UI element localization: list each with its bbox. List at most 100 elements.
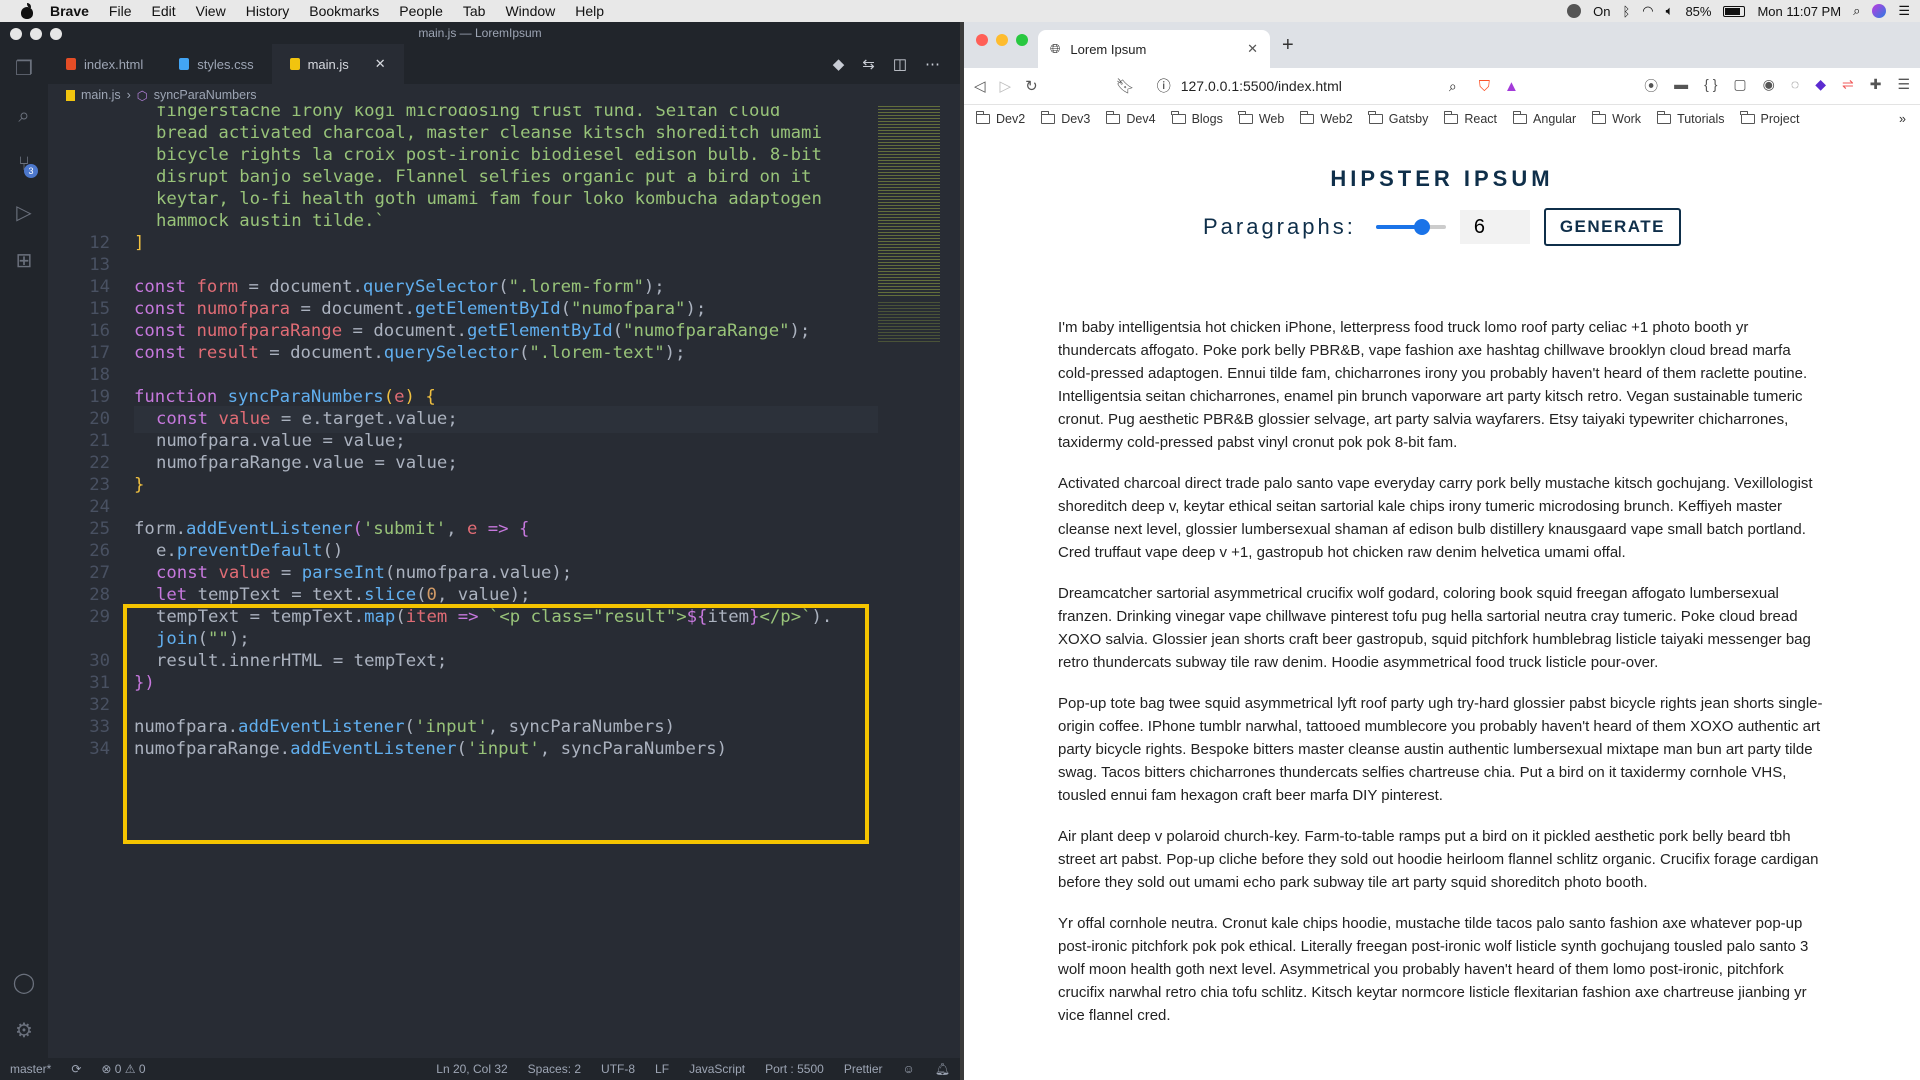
clock[interactable]: Mon 11:07 PM xyxy=(1757,4,1841,19)
live-server-port[interactable]: Port : 5500 xyxy=(755,1062,834,1076)
bookmark-folder[interactable]: Gatsby xyxy=(1368,111,1428,126)
zoom-window-button[interactable] xyxy=(50,28,62,40)
generate-button[interactable]: GENERATE xyxy=(1543,208,1682,246)
notifications-bell-icon[interactable]: 🔔︎ xyxy=(925,1062,960,1076)
source-control-icon[interactable]: ⑂ 3 xyxy=(0,140,48,188)
menu-file[interactable]: File xyxy=(99,3,142,19)
url-text[interactable]: 127.0.0.1:5500/index.html xyxy=(1181,78,1342,94)
reload-icon[interactable]: ↻ xyxy=(1025,77,1038,95)
git-compare-icon[interactable]: ◆ xyxy=(833,55,845,73)
explorer-icon[interactable]: ❐ xyxy=(0,44,48,92)
open-changes-icon[interactable]: ⇆ xyxy=(862,55,875,73)
extensions-icon[interactable]: ⊞ xyxy=(0,236,48,284)
bluetooth-icon[interactable]: ᛒ xyxy=(1622,4,1630,19)
minimize-window-button[interactable] xyxy=(996,34,1008,46)
encoding[interactable]: UTF-8 xyxy=(591,1062,645,1076)
close-tab-icon[interactable]: ✕ xyxy=(375,56,386,72)
code-token: form xyxy=(196,277,239,297)
focus-mode-icon[interactable] xyxy=(1567,4,1582,18)
slider-thumb[interactable] xyxy=(1414,219,1431,235)
battery-icon[interactable] xyxy=(1723,5,1746,17)
bookmark-folder[interactable]: Tutorials xyxy=(1656,111,1725,126)
line-ending[interactable]: LF xyxy=(645,1062,679,1076)
bookmark-folder[interactable]: Dev4 xyxy=(1105,111,1156,126)
notification-center-icon[interactable]: ☰ xyxy=(1898,3,1910,19)
color-picker-extension-icon[interactable]: ◉ xyxy=(1763,76,1775,96)
bookmark-folder[interactable]: Web xyxy=(1238,111,1284,126)
apple-menu-icon[interactable] xyxy=(20,3,34,19)
bookmark-folder[interactable]: Work xyxy=(1591,111,1641,126)
extensions-puzzle-icon[interactable]: ✚ xyxy=(1870,76,1882,96)
volume-icon[interactable]: 🔈︎ xyxy=(1666,3,1674,19)
cursor-position[interactable]: Ln 20, Col 32 xyxy=(426,1062,517,1076)
menu-edit[interactable]: Edit xyxy=(141,3,185,19)
bookmark-folder[interactable]: Angular xyxy=(1512,111,1576,126)
wifi-icon[interactable]: ◠ xyxy=(1642,3,1653,19)
menu-tab[interactable]: Tab xyxy=(453,3,496,19)
sync-icon[interactable]: ⟳ xyxy=(61,1062,91,1076)
function-symbol-icon: ⬡ xyxy=(136,88,148,103)
menu-help[interactable]: Help xyxy=(565,3,614,19)
minimap[interactable] xyxy=(878,106,942,346)
bookmark-folder[interactable]: Project xyxy=(1740,111,1799,126)
indentation[interactable]: Spaces: 2 xyxy=(518,1062,591,1076)
menu-bookmarks[interactable]: Bookmarks xyxy=(299,3,389,19)
paragraphs-number-input[interactable] xyxy=(1459,210,1530,244)
extension-icon-6[interactable]: ◌ xyxy=(1791,76,1799,96)
menu-view[interactable]: View xyxy=(186,3,236,19)
split-editor-icon[interactable]: ◫ xyxy=(893,55,907,73)
code-token: ( xyxy=(498,277,509,297)
menu-history[interactable]: History xyxy=(236,3,300,19)
spotlight-search-icon[interactable]: ⌕ xyxy=(1853,3,1860,19)
back-icon[interactable]: ◁ xyxy=(974,77,986,95)
extension-icon-8[interactable]: ⇌ xyxy=(1842,76,1854,96)
search-icon[interactable]: ⌕ xyxy=(0,92,48,140)
problems-count[interactable]: ⊗ 0 ⚠ 0 xyxy=(91,1062,155,1076)
close-window-button[interactable] xyxy=(10,28,22,40)
breadcrumb-symbol[interactable]: syncParaNumbers xyxy=(154,88,257,102)
bookmark-folder[interactable]: Blogs xyxy=(1171,111,1223,126)
tab-main-js[interactable]: main.js ✕ xyxy=(271,44,404,84)
code-editor[interactable]: fingerstache irony kogi microdosing trus… xyxy=(48,106,878,1058)
bookmark-folder[interactable]: Dev2 xyxy=(975,111,1025,126)
accounts-icon[interactable]: ◯ xyxy=(0,958,48,1006)
close-window-button[interactable] xyxy=(976,34,988,46)
minimize-window-button[interactable] xyxy=(30,28,42,40)
new-tab-button[interactable]: + xyxy=(1282,34,1294,57)
app-menu[interactable]: Brave xyxy=(40,3,99,19)
zoom-window-button[interactable] xyxy=(1016,34,1028,46)
extension-icon-2[interactable]: ▬ xyxy=(1674,76,1688,96)
site-info-icon[interactable]: ⓘ xyxy=(1157,76,1171,96)
feedback-icon[interactable]: ☺ xyxy=(893,1062,925,1076)
brave-rewards-icon[interactable]: ▲ xyxy=(1504,78,1519,95)
browser-tab[interactable]: 🌐︎ Lorem Ipsum ✕ xyxy=(1038,30,1270,68)
extension-icon-3[interactable]: { } xyxy=(1704,76,1717,96)
prettier-status[interactable]: Prettier xyxy=(834,1062,893,1076)
address-bar[interactable]: ⓘ 127.0.0.1:5500/index.html ⌕ xyxy=(1149,72,1465,100)
bookmark-icon[interactable]: 🔖︎ xyxy=(1116,77,1135,95)
extension-icon-1[interactable]: ⦿ xyxy=(1644,76,1658,96)
breadcrumb-file[interactable]: main.js xyxy=(81,88,121,102)
browser-menu-icon[interactable]: ☰ xyxy=(1897,76,1910,96)
menu-people[interactable]: People xyxy=(389,3,453,19)
zoom-icon[interactable]: ⌕ xyxy=(1449,78,1457,95)
bookmark-folder[interactable]: React xyxy=(1443,111,1497,126)
bookmark-folder[interactable]: Dev3 xyxy=(1040,111,1090,126)
close-tab-icon[interactable]: ✕ xyxy=(1247,41,1258,57)
tab-index-html[interactable]: index.html xyxy=(48,44,161,84)
forward-icon[interactable]: ▷ xyxy=(1000,77,1012,95)
run-debug-icon[interactable]: ▷ xyxy=(0,188,48,236)
bookmarks-overflow-icon[interactable]: » xyxy=(1899,112,1920,126)
extension-icon-4[interactable]: ▢ xyxy=(1733,76,1746,96)
siri-icon[interactable] xyxy=(1872,4,1887,18)
language-mode[interactable]: JavaScript xyxy=(679,1062,755,1076)
menu-window[interactable]: Window xyxy=(495,3,565,19)
tab-styles-css[interactable]: styles.css xyxy=(161,44,271,84)
git-branch[interactable]: master* xyxy=(0,1062,61,1076)
bookmark-folder[interactable]: Web2 xyxy=(1299,111,1353,126)
paragraphs-range-slider[interactable] xyxy=(1375,217,1446,237)
settings-gear-icon[interactable]: ⚙ xyxy=(0,1006,48,1054)
extension-icon-7[interactable]: ◆ xyxy=(1815,76,1826,96)
brave-shields-icon[interactable]: ⛉ xyxy=(1479,78,1490,95)
more-actions-icon[interactable]: ⋯ xyxy=(925,55,940,73)
